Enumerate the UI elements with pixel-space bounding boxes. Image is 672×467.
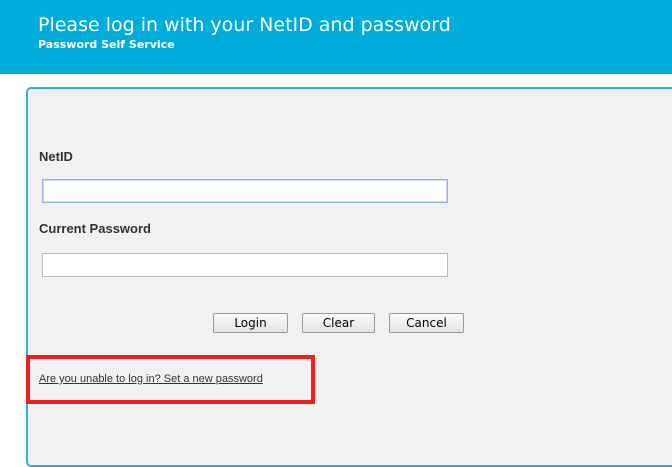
netid-label: NetID bbox=[39, 149, 73, 164]
set-new-password-link[interactable]: Are you unable to log in? Set a new pass… bbox=[39, 373, 263, 385]
netid-input[interactable] bbox=[42, 179, 448, 203]
login-panel bbox=[26, 87, 672, 467]
clear-button[interactable]: Clear bbox=[302, 313, 375, 333]
page-subtitle: Password Self Service bbox=[38, 38, 175, 51]
current-password-label: Current Password bbox=[39, 221, 151, 236]
cancel-button[interactable]: Cancel bbox=[389, 313, 464, 333]
page-header: Please log in with your NetID and passwo… bbox=[0, 0, 672, 74]
page-title: Please log in with your NetID and passwo… bbox=[38, 14, 451, 36]
login-button[interactable]: Login bbox=[213, 313, 288, 333]
current-password-input[interactable] bbox=[42, 253, 448, 277]
